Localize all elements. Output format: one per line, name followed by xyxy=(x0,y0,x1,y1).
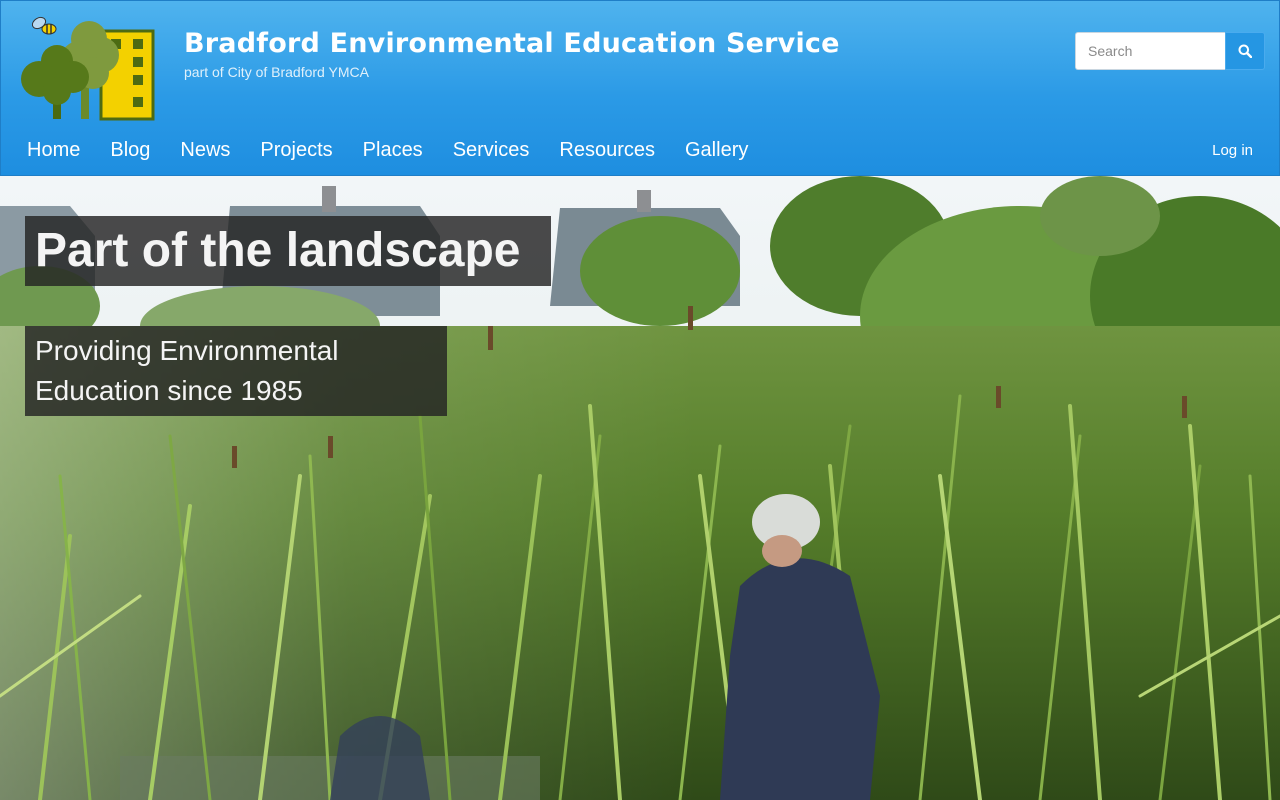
nav-item-projects[interactable]: Projects xyxy=(245,131,347,170)
login-link[interactable]: Log in xyxy=(1212,142,1253,159)
site-subtitle: part of City of Bradford YMCA xyxy=(184,64,369,80)
search-input[interactable] xyxy=(1075,32,1225,70)
hero-tagline-box: Providing Environmental Education since … xyxy=(25,326,447,416)
hero-tagline-line-2: Education since 1985 xyxy=(35,375,303,406)
search-icon xyxy=(1238,44,1252,58)
search-button[interactable] xyxy=(1225,32,1265,70)
nav-item-services[interactable]: Services xyxy=(438,131,545,170)
nav-item-home[interactable]: Home xyxy=(12,131,95,170)
site-logo-icon[interactable] xyxy=(15,9,157,123)
nav-item-places[interactable]: Places xyxy=(348,131,438,170)
nav-item-resources[interactable]: Resources xyxy=(544,131,670,170)
site-header: Bradford Environmental Education Service… xyxy=(0,0,1280,176)
hero-tagline: Providing Environmental Education since … xyxy=(35,331,339,411)
nav-item-gallery[interactable]: Gallery xyxy=(670,131,763,170)
hero-title-box: Part of the landscape xyxy=(25,216,551,286)
search-form xyxy=(1075,32,1265,70)
site-title[interactable]: Bradford Environmental Education Service xyxy=(184,28,840,59)
hero-tagline-line-1: Providing Environmental xyxy=(35,335,339,366)
main-nav: Home Blog News Projects Places Services … xyxy=(12,131,763,170)
nav-item-news[interactable]: News xyxy=(165,131,245,170)
hero-title: Part of the landscape xyxy=(35,224,521,277)
nav-item-blog[interactable]: Blog xyxy=(95,131,165,170)
hero-banner: Part of the landscape Providing Environm… xyxy=(0,176,1280,800)
